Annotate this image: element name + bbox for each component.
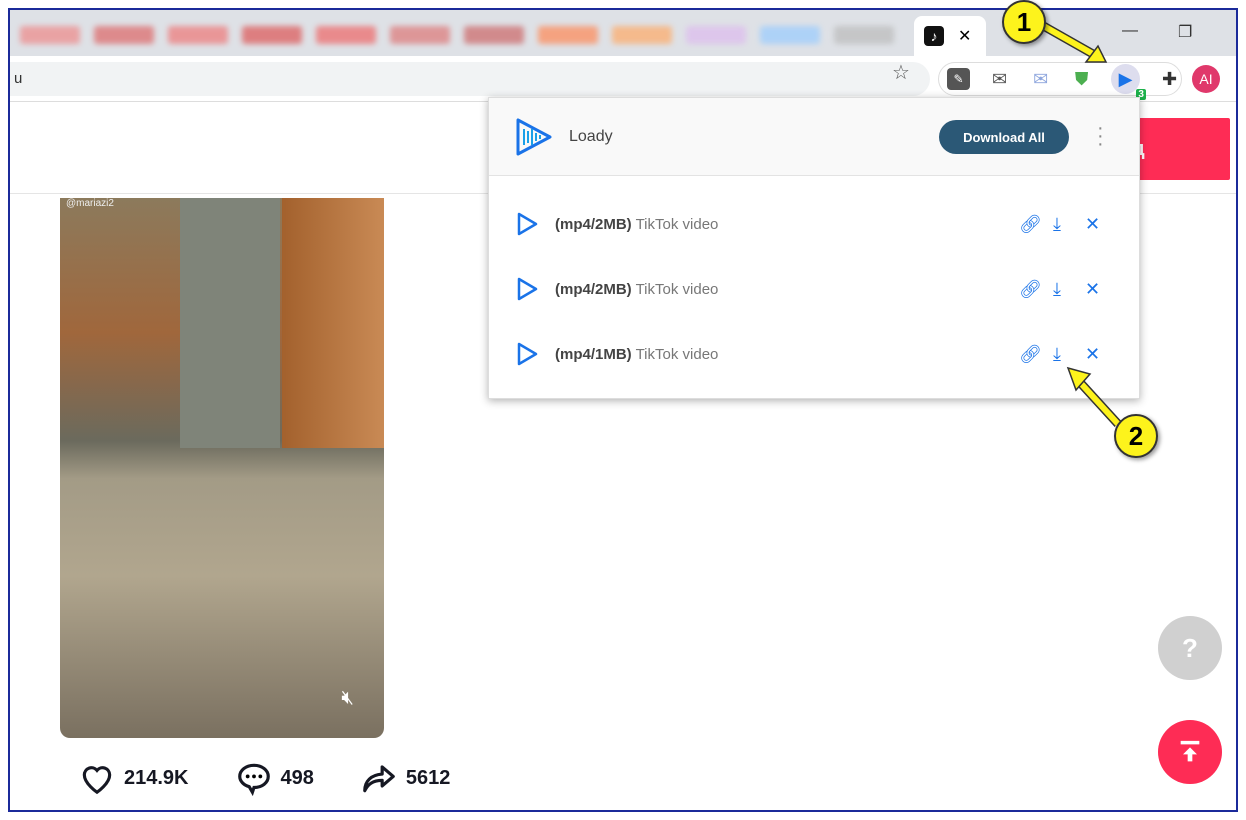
annotation-callout-2: 2 — [1114, 414, 1158, 458]
annotation-arrows — [1037, 20, 1122, 428]
annotation-callout-1: 1 — [1002, 0, 1046, 44]
